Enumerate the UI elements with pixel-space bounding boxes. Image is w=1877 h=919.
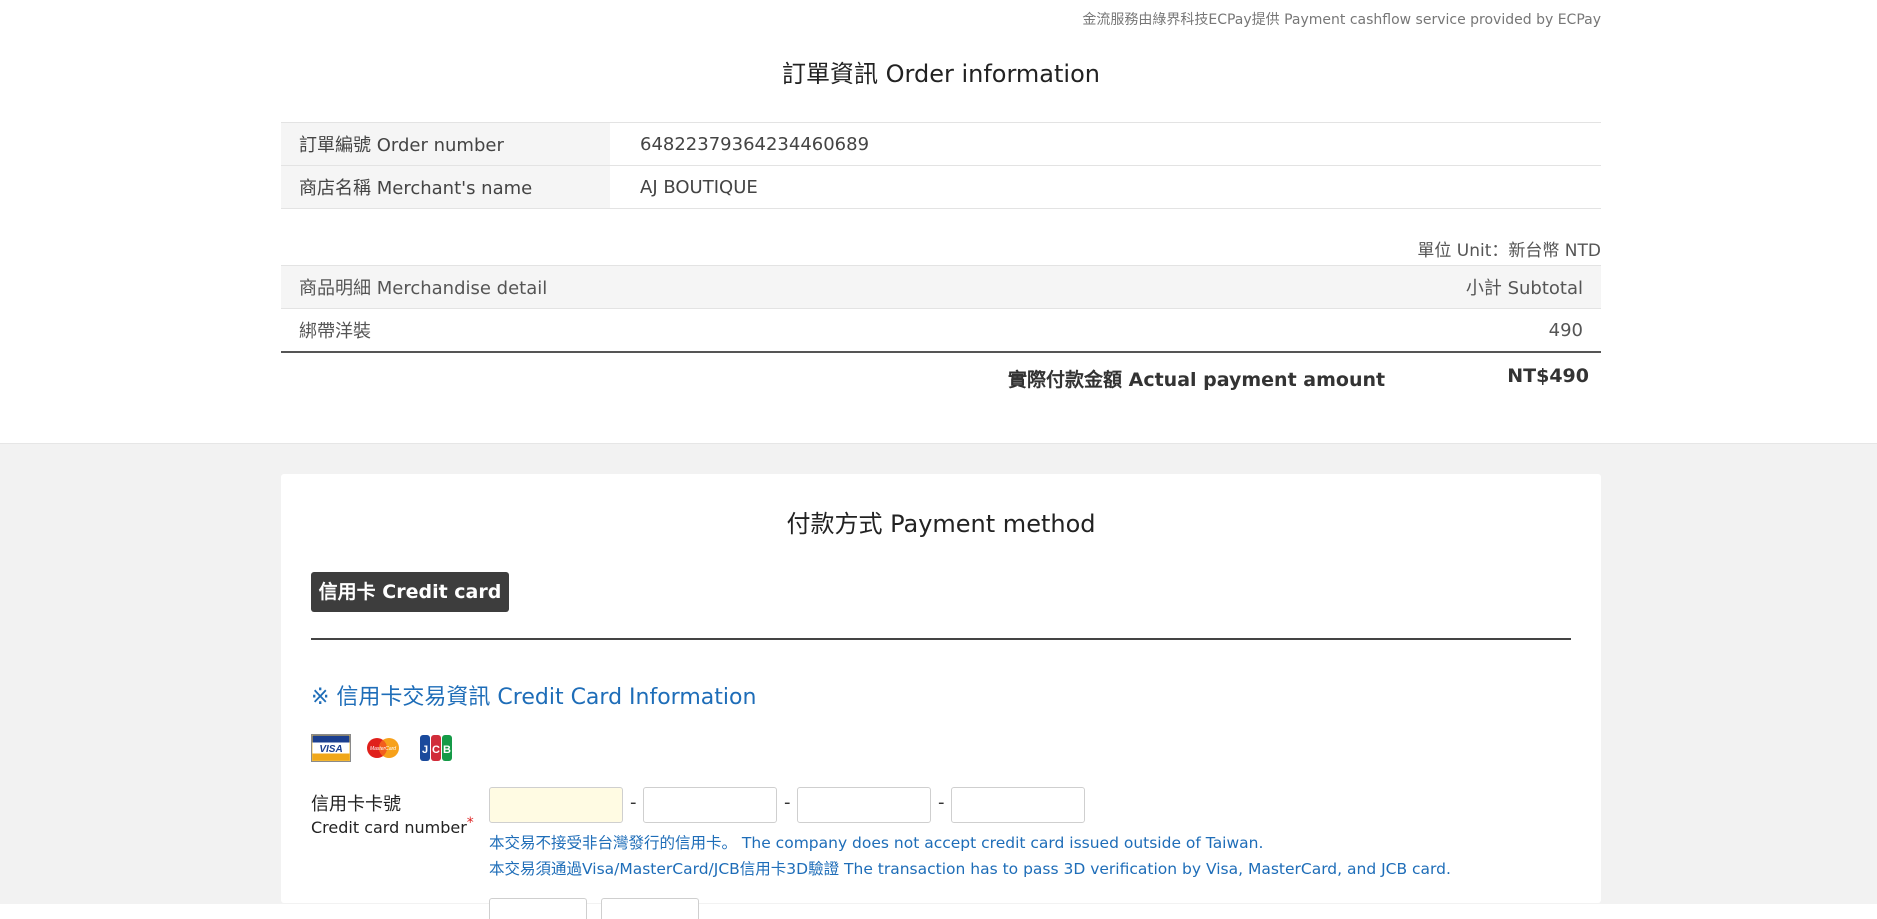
merchandise-table: 商品明細 Merchandise detail 小計 Subtotal 綁帶洋裝… xyxy=(281,265,1601,353)
svg-text:B: B xyxy=(443,744,451,756)
card-number-input-1[interactable] xyxy=(489,787,623,823)
expiry-month-select[interactable] xyxy=(489,898,587,919)
svg-text:J: J xyxy=(422,744,428,756)
credit-card-info-heading: ※ 信用卡交易資訊 Credit Card Information xyxy=(311,685,757,710)
table-header-row: 商品明細 Merchandise detail 小計 Subtotal xyxy=(281,265,1601,309)
payment-card: 付款方式 Payment method 信用卡 Credit card ※ 信用… xyxy=(281,474,1601,919)
order-info-table: 訂單編號 Order number 6482237936423446068​9 … xyxy=(281,122,1601,209)
card-number-label-en: Credit card number xyxy=(311,818,467,838)
card-number-input-2[interactable] xyxy=(643,787,777,823)
actual-payment-value: NT$490 xyxy=(1507,365,1589,387)
order-number-label: 訂單編號 Order number xyxy=(281,122,610,166)
mastercard-logo: MasterCard xyxy=(365,734,401,766)
card-number-label-en-wrap: Credit card number* xyxy=(311,815,474,840)
svg-text:C: C xyxy=(432,744,440,756)
actual-payment-label: 實際付款金額 Actual payment amount xyxy=(1008,369,1386,391)
currency-unit: 單位 Unit：新台幣 NTD xyxy=(1417,241,1601,261)
card-number-input-4[interactable] xyxy=(951,787,1085,823)
table-row: 訂單編號 Order number 6482237936423446068​9 xyxy=(281,122,1601,166)
provider-text: 金流服務由綠界科技ECPay提供 Payment cashflow servic… xyxy=(1082,12,1601,28)
dash-separator: - xyxy=(630,792,637,813)
order-number-value: 6482237936423446068​9 xyxy=(610,122,1601,166)
dash-separator: - xyxy=(784,792,791,813)
credit-card-tab[interactable]: 信用卡 Credit card xyxy=(311,572,509,612)
expiry-year-select[interactable] xyxy=(601,898,699,919)
card-number-label: 信用卡卡號 Credit card number* xyxy=(311,792,474,840)
card-number-label-zh: 信用卡卡號 xyxy=(311,794,401,815)
order-title: 訂單資訊 Order information xyxy=(782,60,1100,88)
merchant-name-label: 商店名稱 Merchant's name xyxy=(281,165,610,209)
item-subtotal: 490 xyxy=(1138,308,1601,353)
tab-divider xyxy=(311,638,1571,640)
payment-title: 付款方式 Payment method xyxy=(786,510,1096,538)
visa-logo: VISA xyxy=(311,734,351,766)
merchandise-header: 商品明細 Merchandise detail xyxy=(281,265,1139,309)
required-mark: * xyxy=(466,815,474,832)
3d-verification-notice: 本交易須通過Visa/MasterCard/JCB信用卡3D驗證 The tra… xyxy=(489,860,1451,878)
subtotal-header: 小計 Subtotal xyxy=(1138,265,1601,309)
foreign-card-notice: 本交易不接受非台灣發行的信用卡。 The company does not ac… xyxy=(489,834,1264,852)
jcb-logo: J C B xyxy=(419,734,453,766)
svg-text:VISA: VISA xyxy=(319,744,342,755)
table-row: 綁帶洋裝 490 xyxy=(281,308,1601,353)
dash-separator: - xyxy=(938,792,945,813)
svg-text:MasterCard: MasterCard xyxy=(370,746,396,752)
item-name: 綁帶洋裝 xyxy=(281,308,1139,353)
table-row: 商店名稱 Merchant's name AJ BOUTIQUE xyxy=(281,165,1601,209)
card-number-input-3[interactable] xyxy=(797,787,931,823)
order-section: 金流服務由綠界科技ECPay提供 Payment cashflow servic… xyxy=(0,0,1877,443)
merchant-name-value: AJ BOUTIQUE xyxy=(610,165,1601,209)
